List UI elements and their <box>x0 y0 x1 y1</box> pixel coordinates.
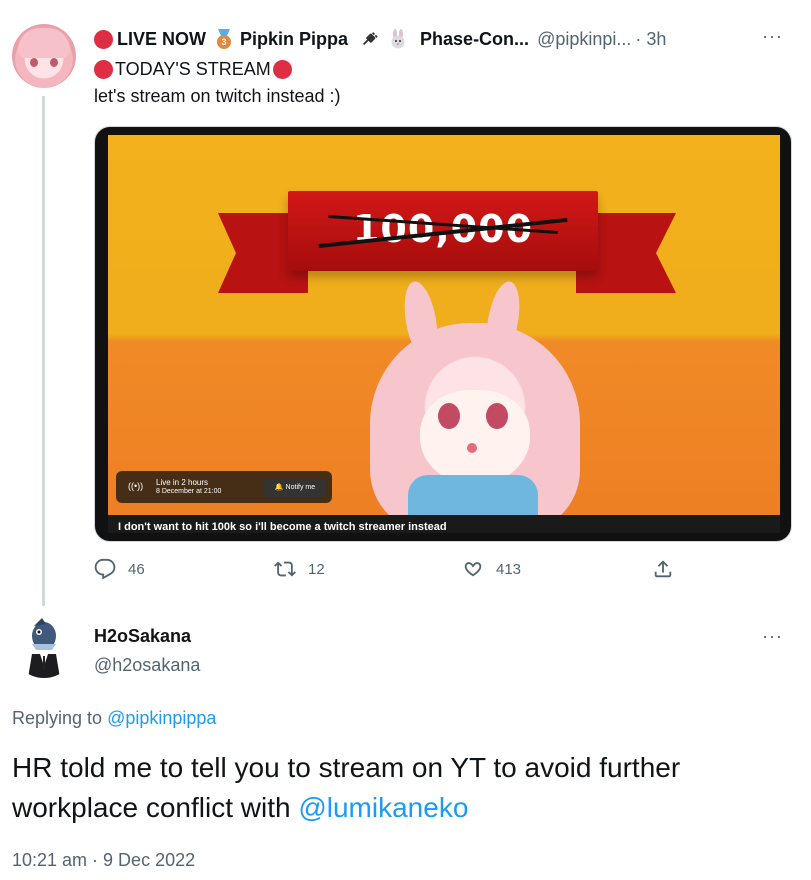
reply-icon <box>94 558 116 580</box>
reply-display-name[interactable]: H2oSakana <box>94 626 191 647</box>
display-name: Pipkin Pippa <box>240 28 349 49</box>
display-name-link[interactable]: LIVE NOW 3 Pipkin Pippa Phase-Con... <box>94 29 529 50</box>
share-button[interactable] <box>652 558 674 580</box>
reply-handle[interactable]: @h2osakana <box>94 655 200 676</box>
red-circle-icon <box>94 29 113 49</box>
stream-thumbnail: 100,000 ((•)) Live in 2 hours 8 December… <box>108 135 780 533</box>
thread-connector-line <box>42 96 45 606</box>
character-eye-right <box>486 403 508 429</box>
red-circle-icon <box>272 60 292 79</box>
tweet-text-line-1: TODAY'S STREAM <box>94 59 292 80</box>
tweet-text-line-2: let's stream on twitch instead :) <box>94 86 341 106</box>
avatar-h2osakana[interactable] <box>12 614 76 678</box>
avatar-eye-left <box>30 58 38 67</box>
avatar-eye-right <box>50 58 58 67</box>
bronze-medal-icon: 3 <box>216 29 232 49</box>
plug-icon <box>362 32 378 46</box>
name-suffix: Phase-Con... <box>420 28 530 49</box>
tweet-header: LIVE NOW 3 Pipkin Pippa Phase-Con... @pi… <box>94 26 666 52</box>
share-icon <box>654 560 672 578</box>
mention-link[interactable]: @lumikaneko <box>298 792 468 823</box>
like-icon <box>464 562 482 577</box>
like-button[interactable]: 413 <box>462 558 521 580</box>
character-collar <box>408 475 538 515</box>
retweet-count: 12 <box>308 560 325 578</box>
live-label: Live in 2 hours <box>156 478 209 487</box>
tweet-time[interactable]: · 3h <box>635 29 666 50</box>
rabbit-icon <box>391 29 405 49</box>
replying-to-link[interactable]: @pipkinpippa <box>107 708 216 728</box>
retweet-icon <box>274 561 296 577</box>
like-count: 413 <box>496 560 522 578</box>
reply-count: 46 <box>128 560 145 578</box>
tweet-media[interactable]: 100,000 ((•)) Live in 2 hours 8 December… <box>94 126 792 542</box>
banner: 100,000 <box>288 191 598 271</box>
todays-stream-text: TODAY'S STREAM <box>115 59 271 79</box>
retweet-button[interactable]: 12 <box>274 558 325 580</box>
avatar-pipkin-pippa[interactable] <box>12 24 76 88</box>
character-mouth <box>467 443 477 453</box>
tweet-actions: 46 12 413 <box>94 558 694 586</box>
video-caption: I don't want to hit 100k so i'll become … <box>118 521 447 533</box>
reply-text: HR told me to tell you to stream on YT t… <box>12 748 802 828</box>
live-schedule-box: ((•)) Live in 2 hours 8 December at 21:0… <box>116 471 332 503</box>
reply-more-options-button[interactable]: ··· <box>762 626 783 647</box>
broadcast-icon: ((•)) <box>128 481 144 491</box>
reply-timestamp[interactable]: 10:21 am · 9 Dec 2022 <box>12 850 195 871</box>
live-date: 8 December at 21:00 <box>156 488 222 495</box>
replying-to-label: Replying to <box>12 708 103 728</box>
avatar-hair <box>18 28 70 58</box>
character-face <box>420 390 530 485</box>
character-eye-left <box>438 403 460 429</box>
notify-me-button: 🔔 Notify me <box>264 479 326 497</box>
name-prefix: LIVE NOW <box>117 28 206 49</box>
fish-suit-avatar-image <box>28 618 60 678</box>
handle[interactable]: @pipkinpi... <box>537 29 631 50</box>
red-circle-icon <box>94 60 113 79</box>
more-options-button[interactable]: ··· <box>762 26 783 47</box>
reply-button[interactable]: 46 <box>94 558 145 580</box>
replying-to: Replying to @pipkinpippa <box>12 708 216 729</box>
